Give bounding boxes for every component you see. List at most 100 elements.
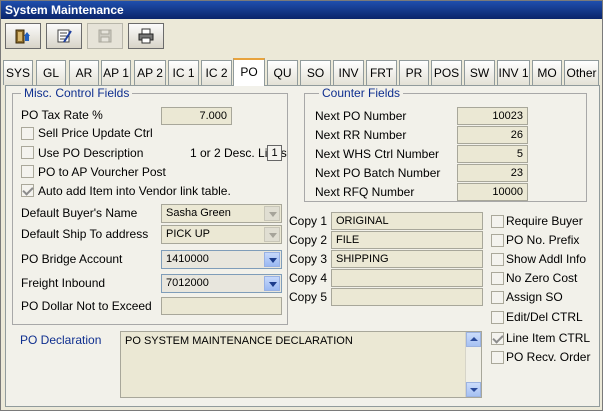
po-bridge-account-value: 1410000 bbox=[166, 253, 209, 265]
po-to-ap-post-label: PO to AP Vourcher Post bbox=[38, 165, 166, 179]
default-buyer-label: Default Buyer's Name bbox=[21, 206, 138, 220]
next-rr-number-field[interactable]: 26 bbox=[457, 126, 528, 144]
use-po-description-label: Use PO Description bbox=[38, 146, 144, 160]
default-ship-to-value: PICK UP bbox=[166, 228, 211, 240]
default-ship-to-select[interactable]: PICK UP bbox=[161, 225, 282, 244]
copy-4-label: Copy 4 bbox=[289, 271, 328, 285]
po-bridge-account-select[interactable]: 1410000 bbox=[161, 250, 282, 269]
counter-fields-legend: Counter Fields bbox=[319, 86, 404, 100]
po-to-ap-post-checkbox[interactable] bbox=[21, 165, 34, 178]
po-declaration-label: PO Declaration bbox=[20, 333, 102, 347]
scroll-down-icon[interactable] bbox=[466, 382, 481, 397]
next-po-number-label: Next PO Number bbox=[315, 109, 407, 123]
chevron-down-icon bbox=[264, 206, 280, 221]
tab-inv[interactable]: INV bbox=[333, 60, 364, 85]
tab-frt[interactable]: FRT bbox=[366, 60, 397, 85]
counter-fields-group: Counter Fields Next PO Number 10023 Next… bbox=[304, 86, 587, 202]
tab-sys[interactable]: SYS bbox=[3, 60, 33, 85]
system-maintenance-window: System Maintenance SYS GL AR AP 1 AP 2 I… bbox=[0, 0, 603, 411]
no-zero-cost-checkbox[interactable] bbox=[491, 272, 504, 285]
tab-ic2[interactable]: IC 2 bbox=[201, 60, 232, 85]
sell-price-update-checkbox[interactable] bbox=[21, 127, 34, 140]
tab-ar[interactable]: AR bbox=[69, 60, 99, 85]
edit-record-icon bbox=[57, 29, 72, 43]
edit-del-ctrl-checkbox[interactable] bbox=[491, 311, 504, 324]
default-buyer-select[interactable]: Sasha Green bbox=[161, 204, 282, 223]
copy-2-field[interactable]: FILE bbox=[331, 231, 483, 249]
scroll-up-icon[interactable] bbox=[466, 332, 481, 347]
misc-control-fields-legend: Misc. Control Fields bbox=[21, 86, 133, 100]
print-button[interactable] bbox=[128, 23, 164, 49]
tab-sw[interactable]: SW bbox=[464, 60, 495, 85]
po-no-prefix-checkbox[interactable] bbox=[491, 234, 504, 247]
copy-3-field[interactable]: SHIPPING bbox=[331, 250, 483, 268]
copy-4-field[interactable] bbox=[331, 269, 483, 287]
line-item-ctrl-checkbox[interactable] bbox=[491, 332, 504, 345]
chevron-down-icon bbox=[264, 276, 280, 291]
chevron-down-icon bbox=[264, 252, 280, 267]
tab-pr[interactable]: PR bbox=[399, 60, 429, 85]
copy-5-field[interactable] bbox=[331, 288, 483, 306]
po-declaration-text: PO SYSTEM MAINTENANCE DECLARATION bbox=[125, 335, 353, 347]
edit-del-ctrl-label: Edit/Del CTRL bbox=[506, 310, 583, 324]
misc-control-fields-group: Misc. Control Fields PO Tax Rate % 7.000… bbox=[12, 86, 288, 325]
freight-inbound-value: 7012000 bbox=[166, 277, 209, 289]
po-recv-order-checkbox[interactable] bbox=[491, 351, 504, 364]
default-buyer-value: Sasha Green bbox=[166, 207, 231, 219]
po-tab-panel: Misc. Control Fields PO Tax Rate % 7.000… bbox=[5, 85, 600, 407]
po-tax-rate-label: PO Tax Rate % bbox=[21, 108, 103, 122]
tab-ap2[interactable]: AP 2 bbox=[134, 60, 166, 85]
copy-5-label: Copy 5 bbox=[289, 290, 328, 304]
po-no-prefix-label: PO No. Prefix bbox=[506, 233, 580, 247]
printer-icon bbox=[138, 28, 154, 44]
desc-lines-field[interactable]: 1 bbox=[267, 145, 282, 161]
tab-mo[interactable]: MO bbox=[532, 60, 562, 85]
po-dollar-limit-field[interactable] bbox=[161, 297, 282, 315]
tab-so[interactable]: SO bbox=[300, 60, 331, 85]
tab-inv1[interactable]: INV 1 bbox=[497, 60, 530, 85]
freight-inbound-label: Freight Inbound bbox=[21, 276, 106, 290]
freight-inbound-select[interactable]: 7012000 bbox=[161, 274, 282, 293]
show-addl-info-checkbox[interactable] bbox=[491, 253, 504, 266]
no-zero-cost-label: No Zero Cost bbox=[506, 271, 578, 285]
line-item-ctrl-label: Line Item CTRL bbox=[506, 331, 591, 345]
po-recv-order-label: PO Recv. Order bbox=[506, 350, 591, 364]
next-rr-number-label: Next RR Number bbox=[315, 128, 407, 142]
po-bridge-account-label: PO Bridge Account bbox=[21, 252, 123, 266]
show-addl-info-label: Show Addl Info bbox=[506, 252, 587, 266]
assign-so-checkbox[interactable] bbox=[491, 291, 504, 304]
next-whs-ctrl-number-label: Next WHS Ctrl Number bbox=[315, 147, 440, 161]
copy-1-label: Copy 1 bbox=[289, 214, 328, 228]
next-po-batch-number-label: Next PO Batch Number bbox=[315, 166, 441, 180]
edit-record-button[interactable] bbox=[46, 23, 82, 49]
sell-price-update-label: Sell Price Update Ctrl bbox=[38, 126, 153, 140]
tab-qu[interactable]: QU bbox=[267, 60, 298, 85]
declaration-scrollbar[interactable] bbox=[465, 332, 481, 397]
auto-add-item-label: Auto add Item into Vendor link table. bbox=[38, 184, 231, 198]
default-ship-to-label: Default Ship To address bbox=[21, 227, 149, 241]
tab-pos[interactable]: POS bbox=[431, 60, 462, 85]
add-record-button[interactable] bbox=[5, 23, 41, 49]
require-buyer-checkbox[interactable] bbox=[491, 215, 504, 228]
next-whs-ctrl-number-field[interactable]: 5 bbox=[457, 145, 528, 163]
next-rfq-number-field[interactable]: 10000 bbox=[457, 183, 528, 201]
copy-3-label: Copy 3 bbox=[289, 252, 328, 266]
tab-ap1[interactable]: AP 1 bbox=[101, 60, 131, 85]
copy-1-field[interactable]: ORIGINAL bbox=[331, 212, 483, 230]
next-rfq-number-label: Next RFQ Number bbox=[315, 185, 415, 199]
copy-2-label: Copy 2 bbox=[289, 233, 328, 247]
tab-other[interactable]: Other bbox=[564, 60, 599, 85]
window-title: System Maintenance bbox=[1, 1, 602, 19]
po-tax-rate-field[interactable]: 7.000 bbox=[161, 107, 232, 125]
tab-ic1[interactable]: IC 1 bbox=[168, 60, 199, 85]
use-po-description-checkbox[interactable] bbox=[21, 146, 34, 159]
next-po-batch-number-field[interactable]: 23 bbox=[457, 164, 528, 182]
chevron-down-icon bbox=[264, 227, 280, 242]
tab-gl[interactable]: GL bbox=[36, 60, 66, 85]
assign-so-label: Assign SO bbox=[506, 290, 563, 304]
po-declaration-textarea[interactable]: PO SYSTEM MAINTENANCE DECLARATION bbox=[120, 331, 482, 398]
auto-add-item-checkbox[interactable] bbox=[21, 184, 34, 197]
save-button[interactable] bbox=[87, 23, 123, 49]
tab-po[interactable]: PO bbox=[233, 58, 265, 86]
next-po-number-field[interactable]: 10023 bbox=[457, 107, 528, 125]
